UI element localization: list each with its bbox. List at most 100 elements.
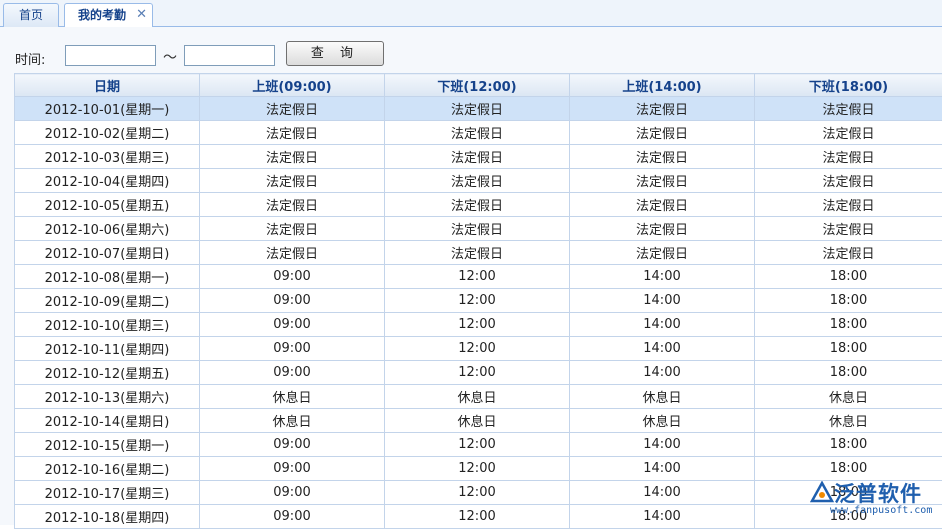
- attendance-cell: 09:00: [200, 361, 385, 385]
- attendance-cell: 法定假日: [755, 121, 942, 145]
- attendance-cell: 法定假日: [755, 217, 942, 241]
- main-content: 时间: ～ 查 询 日期上班(09:00)下班(12:00)上班(14:00)下…: [0, 27, 942, 525]
- end-date-input[interactable]: [184, 45, 275, 66]
- attendance-cell: 12:00: [385, 457, 570, 481]
- date-cell: 2012-10-08(星期一): [15, 265, 200, 289]
- attendance-cell: 14:00: [570, 457, 755, 481]
- attendance-cell: 法定假日: [200, 121, 385, 145]
- date-cell: 2012-10-04(星期四): [15, 169, 200, 193]
- attendance-cell: 法定假日: [385, 145, 570, 169]
- table-row[interactable]: 2012-10-10(星期三)09:0012:0014:0018:00: [15, 313, 942, 337]
- column-header[interactable]: 日期: [15, 74, 200, 97]
- attendance-cell: 14:00: [570, 337, 755, 361]
- attendance-cell: 14:00: [570, 265, 755, 289]
- attendance-cell: 12:00: [385, 433, 570, 457]
- brand-name: 泛普软件: [834, 478, 922, 508]
- column-header[interactable]: 上班(09:00): [200, 74, 385, 97]
- attendance-cell: 14:00: [570, 289, 755, 313]
- tab-my-attendance[interactable]: 我的考勤 ✕: [64, 3, 153, 28]
- table-row[interactable]: 2012-10-05(星期五)法定假日法定假日法定假日法定假日: [15, 193, 942, 217]
- table-row[interactable]: 2012-10-12(星期五)09:0012:0014:0018:00: [15, 361, 942, 385]
- table-row[interactable]: 2012-10-11(星期四)09:0012:0014:0018:00: [15, 337, 942, 361]
- column-header[interactable]: 上班(14:00): [570, 74, 755, 97]
- attendance-cell: 法定假日: [570, 193, 755, 217]
- table-row[interactable]: 2012-10-16(星期二)09:0012:0014:0018:00: [15, 457, 942, 481]
- table-row[interactable]: 2012-10-03(星期三)法定假日法定假日法定假日法定假日: [15, 145, 942, 169]
- brand-url: www.fanpusoft.com: [830, 505, 932, 516]
- start-date-input[interactable]: [65, 45, 156, 66]
- attendance-cell: 18:00: [755, 433, 942, 457]
- attendance-cell: 法定假日: [755, 97, 942, 121]
- attendance-cell: 18:00: [755, 337, 942, 361]
- date-cell: 2012-10-17(星期三): [15, 481, 200, 505]
- date-cell: 2012-10-09(星期二): [15, 289, 200, 313]
- column-header[interactable]: 下班(12:00): [385, 74, 570, 97]
- attendance-cell: 法定假日: [755, 169, 942, 193]
- table-row[interactable]: 2012-10-07(星期日)法定假日法定假日法定假日法定假日: [15, 241, 942, 265]
- table-row[interactable]: 2012-10-09(星期二)09:0012:0014:0018:00: [15, 289, 942, 313]
- attendance-cell: 09:00: [200, 265, 385, 289]
- date-cell: 2012-10-14(星期日): [15, 409, 200, 433]
- attendance-cell: 法定假日: [200, 217, 385, 241]
- attendance-cell: 法定假日: [385, 169, 570, 193]
- attendance-cell: 休息日: [755, 409, 942, 433]
- time-label: 时间:: [15, 49, 45, 68]
- attendance-cell: 18:00: [755, 289, 942, 313]
- attendance-cell: 18:00: [755, 361, 942, 385]
- tab-my-attendance-label: 我的考勤: [78, 8, 126, 22]
- table-row[interactable]: 2012-10-08(星期一)09:0012:0014:0018:00: [15, 265, 942, 289]
- table-row[interactable]: 2012-10-01(星期一)法定假日法定假日法定假日法定假日: [15, 97, 942, 121]
- date-cell: 2012-10-06(星期六): [15, 217, 200, 241]
- attendance-cell: 休息日: [570, 409, 755, 433]
- brand-watermark: 泛普软件 www.fanpusoft.com: [808, 477, 940, 523]
- table-row[interactable]: 2012-10-02(星期二)法定假日法定假日法定假日法定假日: [15, 121, 942, 145]
- table-row[interactable]: 2012-10-14(星期日)休息日休息日休息日休息日: [15, 409, 942, 433]
- attendance-cell: 法定假日: [200, 241, 385, 265]
- date-cell: 2012-10-10(星期三): [15, 313, 200, 337]
- table-row[interactable]: 2012-10-04(星期四)法定假日法定假日法定假日法定假日: [15, 169, 942, 193]
- attendance-cell: 休息日: [200, 409, 385, 433]
- table-row[interactable]: 2012-10-06(星期六)法定假日法定假日法定假日法定假日: [15, 217, 942, 241]
- attendance-cell: 09:00: [200, 481, 385, 505]
- attendance-cell: 休息日: [570, 385, 755, 409]
- attendance-cell: 09:00: [200, 313, 385, 337]
- attendance-cell: 09:00: [200, 433, 385, 457]
- table-row[interactable]: 2012-10-13(星期六)休息日休息日休息日休息日: [15, 385, 942, 409]
- attendance-cell: 法定假日: [200, 97, 385, 121]
- attendance-cell: 12:00: [385, 337, 570, 361]
- attendance-cell: 14:00: [570, 361, 755, 385]
- attendance-cell: 14:00: [570, 481, 755, 505]
- tab-home-label: 首页: [19, 8, 43, 22]
- attendance-cell: 法定假日: [570, 169, 755, 193]
- attendance-cell: 法定假日: [385, 193, 570, 217]
- tab-home[interactable]: 首页: [3, 3, 59, 27]
- range-separator: ～: [163, 47, 177, 67]
- attendance-cell: 法定假日: [755, 193, 942, 217]
- column-header[interactable]: 下班(18:00): [755, 74, 942, 97]
- attendance-cell: 休息日: [385, 385, 570, 409]
- table-header-row: 日期上班(09:00)下班(12:00)上班(14:00)下班(18:00): [15, 74, 942, 97]
- attendance-cell: 休息日: [200, 385, 385, 409]
- close-icon[interactable]: ✕: [136, 4, 147, 26]
- attendance-cell: 12:00: [385, 265, 570, 289]
- attendance-cell: 法定假日: [570, 145, 755, 169]
- attendance-cell: 14:00: [570, 433, 755, 457]
- brand-logo-icon: [810, 481, 834, 505]
- table-row[interactable]: 2012-10-15(星期一)09:0012:0014:0018:00: [15, 433, 942, 457]
- table-row[interactable]: 2012-10-17(星期三)09:0012:0014:0018:00: [15, 481, 942, 505]
- attendance-cell: 09:00: [200, 289, 385, 313]
- date-cell: 2012-10-07(星期日): [15, 241, 200, 265]
- attendance-cell: 09:00: [200, 337, 385, 361]
- attendance-cell: 法定假日: [570, 217, 755, 241]
- attendance-cell: 法定假日: [755, 145, 942, 169]
- query-button[interactable]: 查 询: [286, 41, 384, 66]
- date-cell: 2012-10-01(星期一): [15, 97, 200, 121]
- attendance-cell: 法定假日: [570, 121, 755, 145]
- attendance-cell: 14:00: [570, 313, 755, 337]
- attendance-cell: 18:00: [755, 265, 942, 289]
- attendance-cell: 18:00: [755, 313, 942, 337]
- attendance-cell: 休息日: [385, 409, 570, 433]
- attendance-cell: 法定假日: [200, 169, 385, 193]
- date-cell: 2012-10-05(星期五): [15, 193, 200, 217]
- attendance-cell: 法定假日: [200, 145, 385, 169]
